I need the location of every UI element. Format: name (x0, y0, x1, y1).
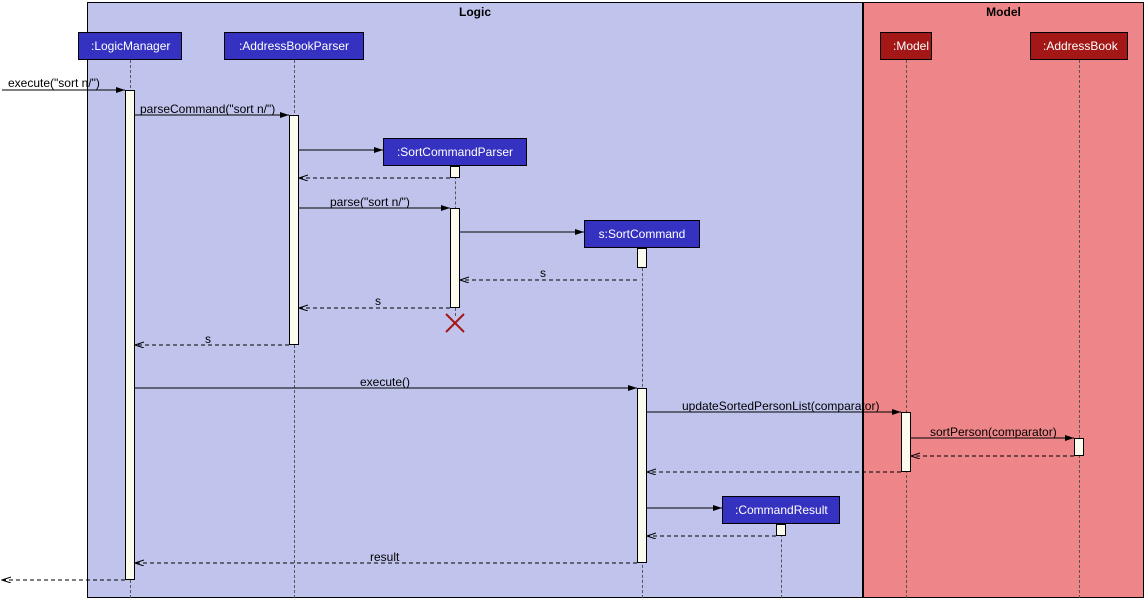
activation-sort-command-1 (637, 248, 647, 268)
participant-label: s:SortCommand (599, 227, 686, 241)
msg-sort-person: sortPerson(comparator) (930, 425, 1057, 439)
activation-sort-command-parser-1 (450, 166, 460, 178)
msg-return-s1: s (540, 266, 546, 280)
activation-model (901, 412, 911, 472)
msg-parse-sort: parse("sort n/") (330, 195, 410, 209)
participant-sort-command: s:SortCommand (584, 220, 700, 248)
participant-label: :SortCommandParser (397, 145, 513, 159)
activation-logic-manager (125, 90, 135, 580)
msg-execute: execute() (360, 375, 410, 389)
msg-return-s3: s (205, 332, 211, 346)
activation-address-book-parser (289, 115, 299, 345)
participant-address-book: :AddressBook (1030, 32, 1128, 60)
frame-logic-label: Logic (453, 3, 497, 21)
participant-sort-command-parser: :SortCommandParser (383, 138, 527, 166)
activation-address-book (1074, 438, 1084, 456)
frame-model-label: Model (980, 3, 1027, 21)
participant-label: :LogicManager (91, 39, 170, 53)
msg-result: result (370, 550, 399, 564)
participant-logic-manager: :LogicManager (78, 32, 182, 60)
lifeline-model (906, 60, 907, 598)
participant-model: :Model (880, 32, 932, 60)
participant-label: :Model (893, 39, 929, 53)
msg-update-sorted: updateSortedPersonList(comparator) (682, 399, 879, 413)
activation-sort-command-parser-2 (450, 208, 460, 308)
msg-return-s2: s (375, 294, 381, 308)
participant-command-result: :CommandResult (722, 496, 840, 524)
activation-sort-command-2 (637, 388, 647, 563)
participant-label: :AddressBookParser (239, 39, 349, 53)
participant-label: :CommandResult (735, 503, 828, 517)
msg-execute-sort: execute("sort n/") (8, 76, 100, 90)
participant-address-book-parser: :AddressBookParser (224, 32, 364, 60)
activation-command-result (776, 524, 786, 536)
lifeline-address-book (1079, 60, 1080, 598)
participant-label: :AddressBook (1043, 39, 1118, 53)
msg-parse-command: parseCommand("sort n/") (140, 102, 275, 116)
